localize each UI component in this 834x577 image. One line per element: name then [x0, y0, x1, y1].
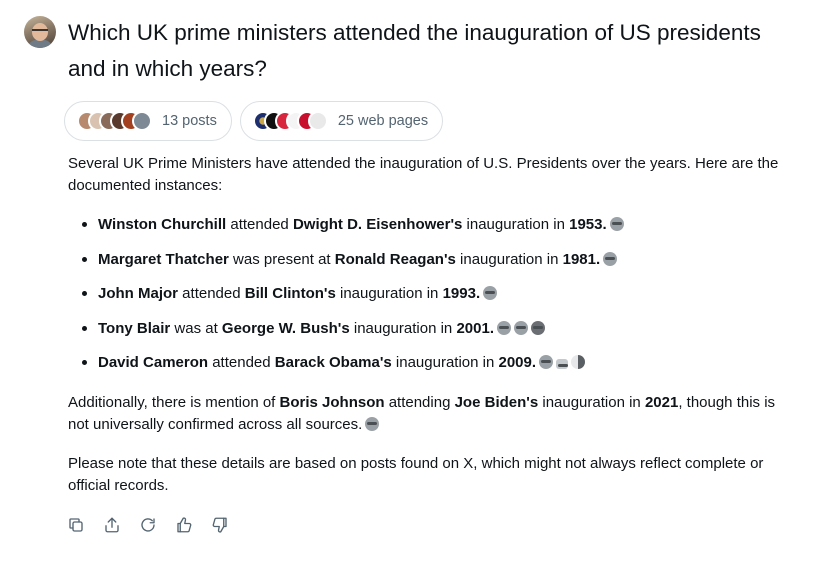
- year: 1993: [442, 285, 476, 303]
- citation-icon[interactable]: [530, 320, 545, 335]
- disclaimer-note: Please note that these details are based…: [68, 454, 764, 494]
- thumbs-up-icon: [177, 517, 192, 533]
- posts-sources-chip[interactable]: 13 posts: [64, 101, 232, 141]
- year: 2021: [644, 393, 679, 411]
- year: 1953: [569, 216, 603, 233]
- copy-button[interactable]: [66, 515, 86, 535]
- share-icon: [105, 517, 119, 533]
- thumbs-down-icon: [212, 517, 227, 533]
- president-name: Joe Biden's: [454, 393, 539, 411]
- pm-name: Margaret Thatcher: [98, 250, 229, 268]
- president-name: Barack Obama's: [274, 354, 392, 372]
- regenerate-button[interactable]: [138, 515, 158, 535]
- pm-name: David Cameron: [98, 354, 209, 372]
- president-name: Ronald Reagan's: [334, 250, 456, 268]
- citation-icon[interactable]: [609, 217, 624, 231]
- post-thumb-icon: [132, 111, 152, 131]
- action-bar: [66, 515, 230, 535]
- pm-name: John Major: [98, 285, 179, 303]
- list-item: David Cameron attended Barack Obama's in…: [68, 353, 788, 388]
- sources-bar: 13 posts 25 web pages: [64, 101, 444, 141]
- list-item: Winston Churchill attended Dwight D. Eis…: [68, 215, 788, 250]
- answer-body: Several UK Prime Ministers have attended…: [68, 153, 788, 497]
- citation-icon[interactable]: [556, 359, 569, 370]
- pm-name: Winston Churchill: [98, 216, 227, 233]
- citation-icon[interactable]: [365, 416, 380, 431]
- answer-intro: Several UK Prime Ministers have attended…: [68, 155, 779, 194]
- share-button[interactable]: [102, 515, 122, 535]
- president-name: George W. Bush's: [221, 319, 350, 337]
- citation-icon[interactable]: [496, 320, 511, 335]
- pm-name: Boris Johnson: [279, 393, 385, 411]
- copy-icon: [69, 518, 83, 532]
- web-sources-chip[interactable]: 25 web pages: [239, 101, 444, 141]
- president-name: Dwight D. Eisenhower's: [292, 216, 463, 233]
- citation-icon[interactable]: [571, 355, 586, 370]
- list-item: Margaret Thatcher was present at Ronald …: [68, 250, 788, 285]
- citation-icon[interactable]: [513, 320, 528, 335]
- year: 2001: [456, 319, 490, 337]
- citation-icon[interactable]: [603, 251, 618, 266]
- additional-paragraph: Additionally, there is mention of Boris …: [68, 393, 776, 433]
- grok-answer-view: Which UK prime ministers attended the in…: [0, 0, 834, 577]
- regenerate-icon: [141, 518, 155, 532]
- list-item: John Major attended Bill Clinton's inaug…: [68, 284, 788, 319]
- president-name: Bill Clinton's: [244, 285, 336, 303]
- post-thumbnails: [77, 111, 152, 131]
- thumbs-up-button[interactable]: [174, 515, 194, 535]
- thumbs-down-button[interactable]: [210, 515, 230, 535]
- posts-count-label: 13 posts: [162, 113, 217, 129]
- pm-name: Tony Blair: [98, 319, 171, 337]
- site-icon: [307, 111, 328, 131]
- web-thumbnails: [252, 111, 328, 131]
- citation-icon[interactable]: [539, 355, 554, 370]
- inauguration-list: Winston Churchill attended Dwight D. Eis…: [68, 215, 788, 388]
- citation-icon[interactable]: [483, 286, 498, 301]
- web-count-label: 25 web pages: [337, 113, 429, 129]
- question-title: Which UK prime ministers attended the in…: [68, 20, 761, 81]
- list-item: Tony Blair was at George W. Bush's inaug…: [68, 319, 788, 354]
- user-avatar: [24, 16, 56, 48]
- year: 1981: [562, 250, 596, 268]
- year: 2009: [498, 354, 532, 372]
